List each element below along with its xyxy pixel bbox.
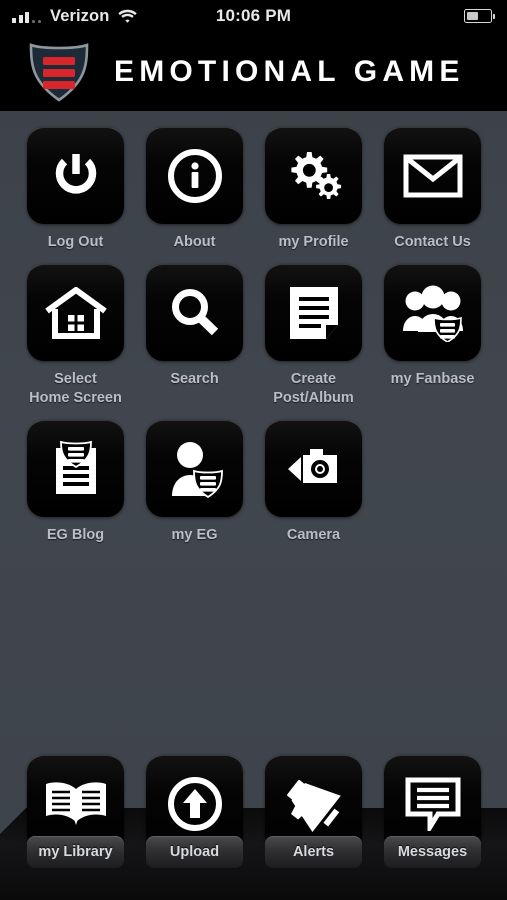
- grid-item-my-fanbase[interactable]: my Fanbase: [384, 264, 481, 408]
- grid-item-eg-blog[interactable]: EG Blog: [27, 420, 124, 545]
- shield-logo-icon: [26, 40, 92, 104]
- grid-item-about[interactable]: About: [146, 127, 243, 252]
- gears-icon: [283, 148, 345, 204]
- tile-eg-blog[interactable]: [27, 420, 124, 517]
- icon-grid-row: Log Out About my Profile Contact Us: [0, 127, 507, 252]
- tab-my-library[interactable]: my Library: [27, 755, 124, 900]
- grid-item-select-home-screen[interactable]: Select Home Screen: [27, 264, 124, 408]
- tab-upload[interactable]: Upload: [146, 755, 243, 900]
- grid-item-create-post-album[interactable]: Create Post/Album: [265, 264, 362, 408]
- grid-label: Search: [170, 371, 219, 387]
- battery-cap-icon: [493, 13, 495, 19]
- grid-item-my-eg[interactable]: my EG: [146, 420, 243, 545]
- grid-label: my EG: [171, 527, 218, 543]
- grid-label: my Profile: [278, 234, 349, 250]
- grid-label: Contact Us: [394, 234, 471, 250]
- signal-bars-icon: [12, 10, 41, 23]
- battery-icon: [464, 9, 492, 23]
- person-shield-icon: [166, 439, 224, 499]
- status-bar: Verizon 10:06 PM: [0, 0, 507, 32]
- power-icon: [48, 148, 104, 204]
- tile-select-home-screen[interactable]: [27, 264, 124, 361]
- tile-log-out[interactable]: [27, 127, 124, 224]
- upload-arrow-icon: [166, 775, 224, 833]
- blog-shield-icon: [47, 438, 105, 500]
- grid-label: Create Post/Album: [273, 371, 354, 406]
- icon-grid-row: Select Home Screen Search Create Post/Al…: [0, 264, 507, 408]
- page-title: EMOTIONAL GAME: [114, 54, 465, 88]
- tab-bar-items: my Library Upload Alerts Messages: [0, 755, 507, 900]
- grid-label: EG Blog: [46, 527, 105, 543]
- wifi-icon: [118, 9, 138, 23]
- tile-my-eg[interactable]: [146, 420, 243, 517]
- open-book-icon: [43, 778, 109, 830]
- tile-camera[interactable]: [265, 420, 362, 517]
- grid-label: Camera: [286, 527, 341, 543]
- megaphone-icon: [284, 775, 344, 833]
- grid-item-camera[interactable]: Camera: [265, 420, 362, 545]
- app-screen: Verizon 10:06 PM EMOTIONAL GAME Log Out …: [0, 0, 507, 900]
- tile-contact-us[interactable]: [384, 127, 481, 224]
- grid-item-log-out[interactable]: Log Out: [27, 127, 124, 252]
- tile-my-fanbase[interactable]: [384, 264, 481, 361]
- tile-search[interactable]: [146, 264, 243, 361]
- tab-alerts[interactable]: Alerts: [265, 755, 362, 900]
- grid-label: Log Out: [47, 234, 104, 250]
- people-shield-icon: [401, 284, 465, 342]
- tab-label[interactable]: Alerts: [265, 836, 362, 868]
- grid-item-my-profile[interactable]: my Profile: [265, 127, 362, 252]
- icon-grid-row: EG Blog my EG Camera: [0, 420, 507, 545]
- status-bar-left: Verizon: [12, 6, 138, 26]
- document-icon: [287, 284, 341, 342]
- tab-label[interactable]: Upload: [146, 836, 243, 868]
- tab-bar: my Library Upload Alerts Messages: [0, 755, 507, 900]
- camcorder-icon: [283, 447, 345, 491]
- tab-label[interactable]: Messages: [384, 836, 481, 868]
- tile-create-post-album[interactable]: [265, 264, 362, 361]
- home-icon: [44, 287, 107, 339]
- grid-label: Select Home Screen: [29, 371, 122, 406]
- tile-about[interactable]: [146, 127, 243, 224]
- speech-bubble-icon: [404, 777, 462, 831]
- tab-label[interactable]: my Library: [27, 836, 124, 868]
- envelope-icon: [403, 153, 463, 199]
- tab-messages[interactable]: Messages: [384, 755, 481, 900]
- app-header: EMOTIONAL GAME: [0, 32, 507, 111]
- info-circle-icon: [166, 147, 224, 205]
- grid-item-contact-us[interactable]: Contact Us: [384, 127, 481, 252]
- status-bar-right: [464, 9, 495, 23]
- icon-grid: Log Out About my Profile Contact Us Sele…: [0, 111, 507, 545]
- grid-label: my Fanbase: [390, 371, 475, 387]
- grid-label: About: [173, 234, 216, 250]
- carrier-label: Verizon: [50, 6, 110, 25]
- tile-my-profile[interactable]: [265, 127, 362, 224]
- grid-item-search[interactable]: Search: [146, 264, 243, 408]
- magnifier-icon: [167, 285, 223, 341]
